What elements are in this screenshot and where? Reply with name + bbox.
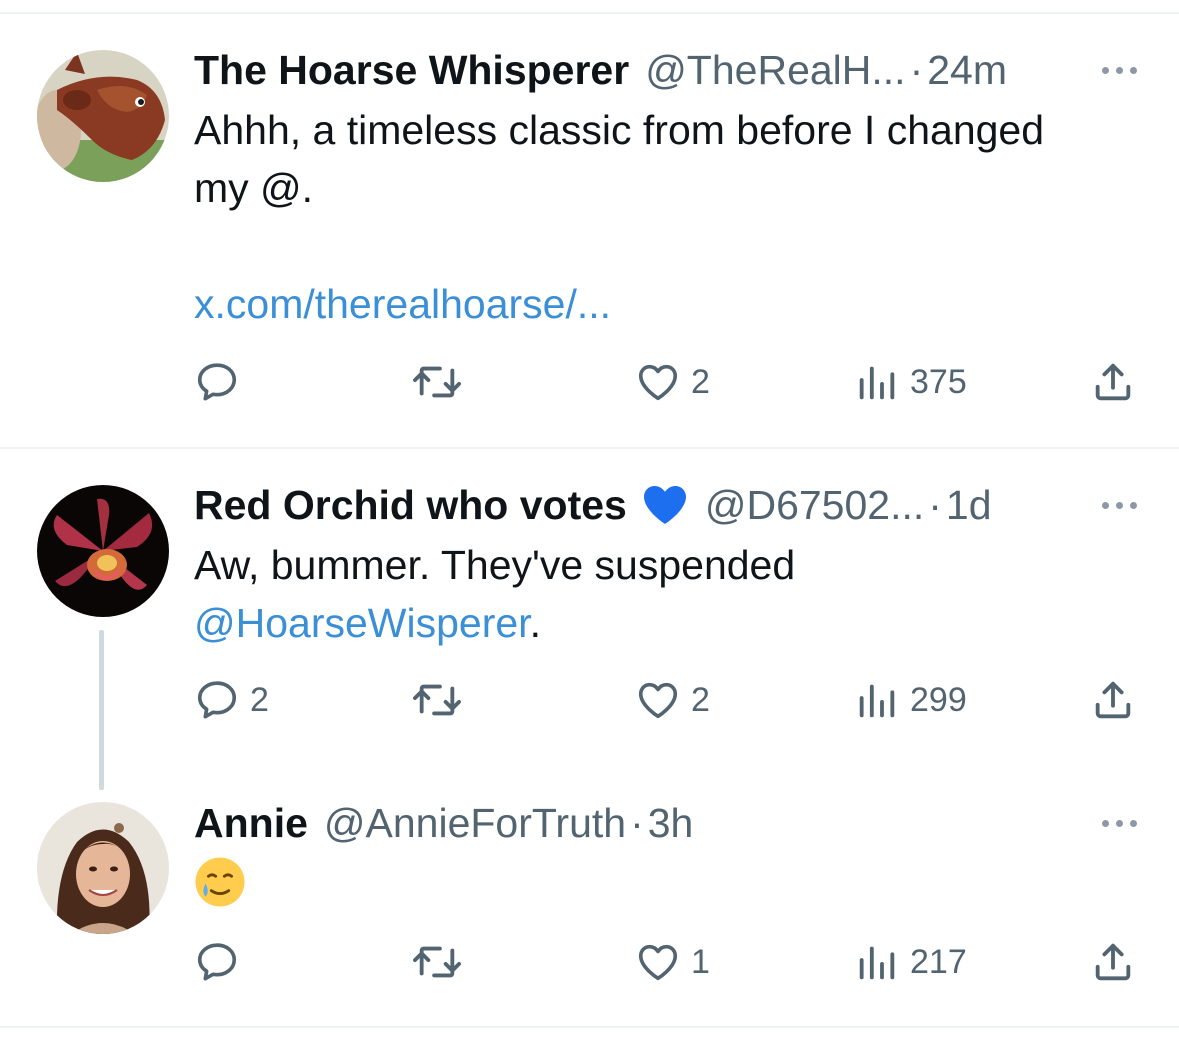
more-icon[interactable]: [1102, 502, 1137, 509]
share-icon: [1095, 681, 1131, 719]
like-button[interactable]: 2: [635, 357, 710, 407]
more-icon[interactable]: [1102, 820, 1137, 827]
reply-button[interactable]: [194, 357, 250, 407]
reply-icon: [197, 681, 237, 719]
views-icon: [859, 684, 895, 718]
orchid-avatar-image: [37, 485, 169, 617]
timestamp[interactable]: 24m: [927, 47, 1007, 94]
reply-icon: [197, 363, 237, 401]
user-handle[interactable]: @TheRealH...: [645, 47, 905, 94]
retweet-icon: [413, 684, 461, 716]
tweet-text-line: @HoarseWisperer.: [194, 594, 1154, 652]
reply-count: 2: [250, 680, 269, 719]
heart-icon: [638, 944, 678, 981]
like-count: 1: [691, 942, 710, 981]
timestamp[interactable]: 1d: [946, 482, 992, 529]
retweet-button[interactable]: [410, 675, 464, 725]
tweet-header: The Hoarse Whisperer @TheRealH... · 24m: [194, 40, 1007, 100]
tweet-header: Red Orchid who votes @D67502... · 1d: [194, 475, 992, 535]
thread-connector-line: [99, 630, 104, 790]
like-button[interactable]: 1: [635, 937, 710, 987]
tweet-link[interactable]: x.com/therealhoarse/...: [194, 275, 1154, 333]
timestamp[interactable]: 3h: [648, 800, 694, 847]
tweet-text: [194, 856, 1154, 923]
share-button[interactable]: [1090, 675, 1136, 725]
views-button[interactable]: 375: [854, 357, 967, 407]
avatar-hoarse-whisperer[interactable]: [37, 50, 169, 182]
view-count: 375: [910, 362, 967, 401]
share-icon: [1095, 943, 1131, 981]
heart-icon: [638, 364, 678, 401]
more-icon[interactable]: [1102, 67, 1137, 74]
views-icon: [859, 366, 895, 400]
views-icon: [859, 946, 895, 980]
separator: ·: [630, 799, 644, 846]
tweet-text-line: Aw, bummer. They've suspended: [194, 542, 796, 588]
retweet-icon: [413, 366, 461, 398]
reply-icon: [197, 943, 237, 981]
view-count: 299: [910, 680, 967, 719]
mention-suffix: .: [529, 600, 541, 646]
user-handle[interactable]: @AnnieForTruth: [324, 800, 626, 847]
display-name[interactable]: Annie: [194, 800, 308, 847]
retweet-icon: [413, 946, 461, 978]
annie-avatar-image: [37, 802, 169, 934]
separator: ·: [928, 481, 942, 528]
like-count: 2: [691, 680, 710, 719]
tweet-divider: [0, 447, 1179, 449]
view-count: 217: [910, 942, 967, 981]
retweet-button[interactable]: [410, 937, 464, 987]
user-handle[interactable]: @D67502...: [705, 482, 924, 529]
avatar-red-orchid[interactable]: [37, 485, 169, 617]
views-button[interactable]: 299: [854, 675, 967, 725]
tweet-header: Annie @AnnieForTruth · 3h: [194, 793, 693, 853]
action-bar: 2 375: [0, 357, 1179, 407]
top-divider: [0, 12, 1179, 14]
like-button[interactable]: 2: [635, 675, 710, 725]
share-icon: [1095, 363, 1131, 401]
mention-link[interactable]: @HoarseWisperer: [194, 600, 530, 646]
share-button[interactable]: [1090, 937, 1136, 987]
smiling-face-with-tear-emoji: [195, 857, 245, 907]
reply-button[interactable]: [194, 937, 250, 987]
action-bar: 2 2 299: [0, 675, 1179, 725]
bottom-divider: [0, 1026, 1179, 1028]
views-button[interactable]: 217: [854, 937, 967, 987]
display-name[interactable]: Red Orchid who votes: [194, 482, 627, 529]
display-name[interactable]: The Hoarse Whisperer: [194, 47, 629, 94]
heart-icon: [638, 682, 678, 719]
tweet-text: Aw, bummer. They've suspended @HoarseWis…: [194, 536, 1154, 652]
action-bar: 1 217: [0, 937, 1179, 987]
blue-heart-emoji: [643, 486, 686, 524]
avatar-annie[interactable]: [37, 802, 169, 934]
separator: ·: [909, 46, 924, 93]
tweet-text: Ahhh, a timeless classic from before I c…: [194, 101, 1154, 333]
tweet-text-line: Ahhh, a timeless classic from before I c…: [194, 107, 1045, 153]
share-button[interactable]: [1090, 357, 1136, 407]
tweet-text-line: my @.: [194, 165, 314, 211]
retweet-button[interactable]: [410, 357, 464, 407]
horse-avatar-image: [37, 50, 169, 182]
reply-button[interactable]: 2: [194, 675, 269, 725]
like-count: 2: [691, 362, 710, 401]
